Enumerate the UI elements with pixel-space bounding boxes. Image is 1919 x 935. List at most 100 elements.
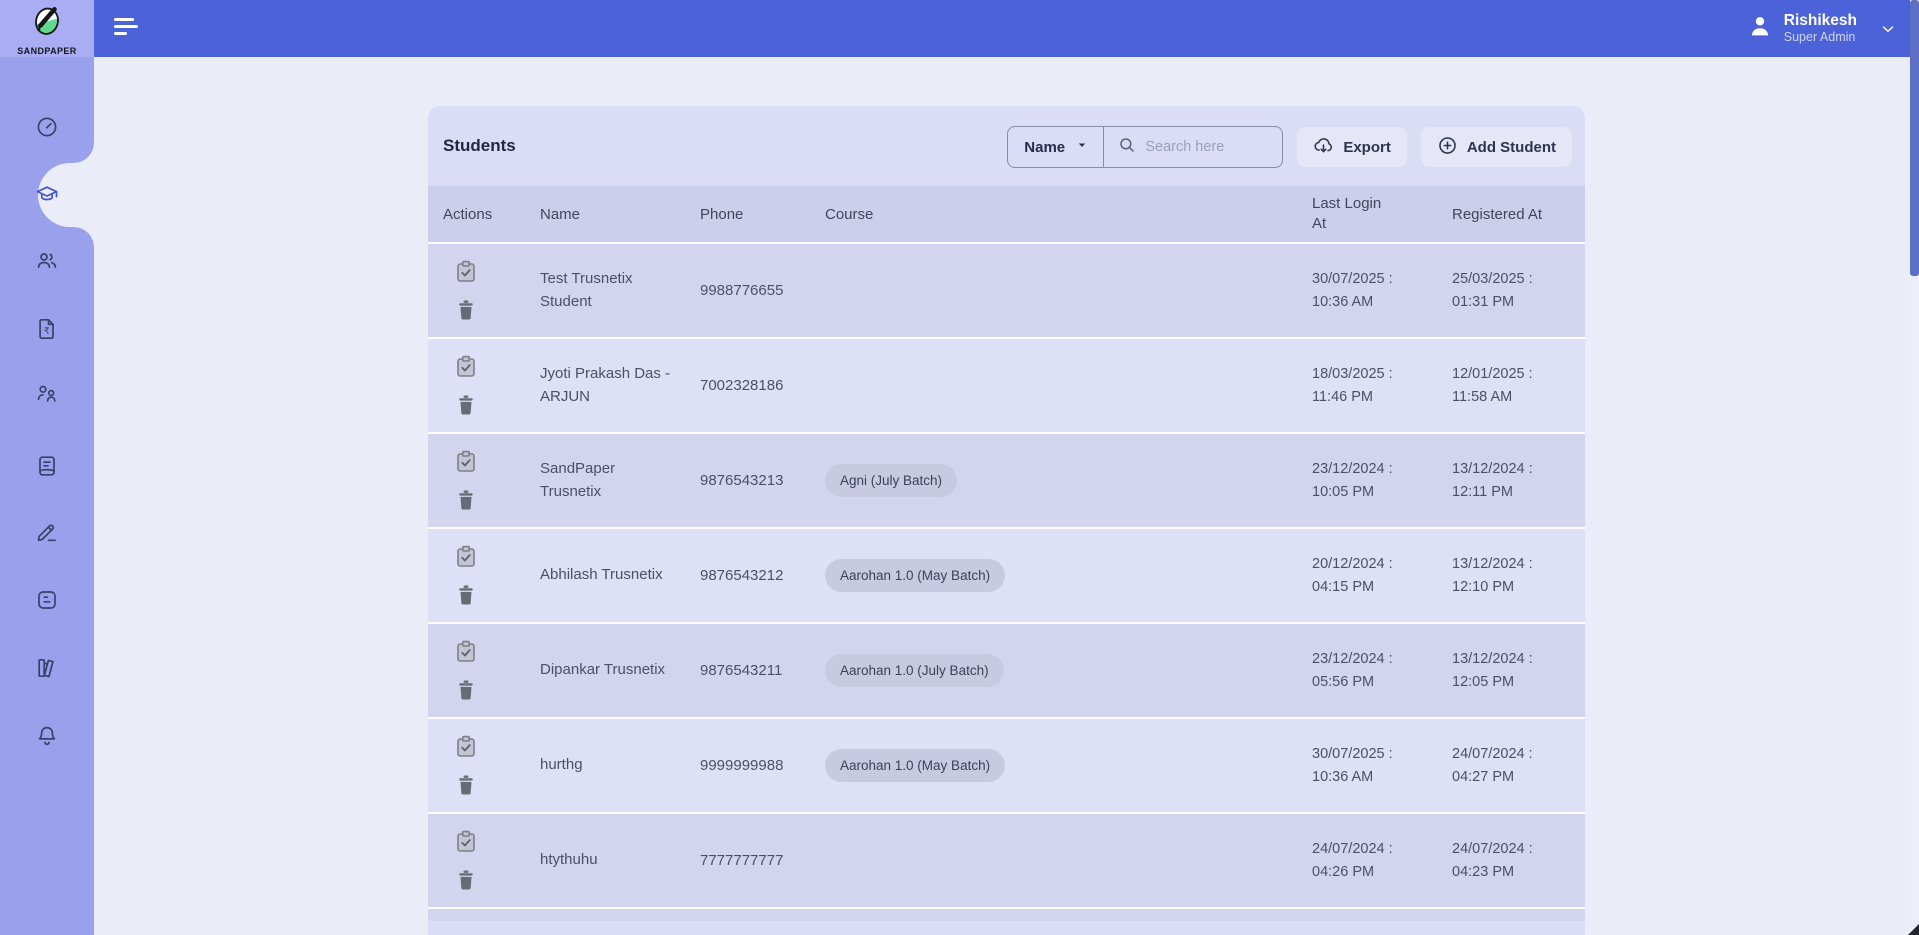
search-group: Name [1007,126,1283,168]
table-row: Jyoti Prakash Das - ARJUN700232818618/03… [428,339,1585,434]
students-panel: Students Name [428,106,1585,935]
badge-card-icon [35,588,59,612]
dashboard-gauge-icon [35,115,59,139]
column-header: Actions [443,206,540,223]
student-phone: 9876543212 [700,567,825,584]
brand-name: SANDPAPER [17,46,76,56]
top-header: Rishikesh Super Admin [94,0,1919,57]
student-name: htythuhu [540,849,700,872]
row-actions [454,734,478,797]
row-actions [454,544,478,607]
search-icon [1118,136,1136,159]
row-actions [454,354,478,417]
sidebar-item-content[interactable] [0,576,94,624]
last-login-at: 23/12/2024 : 10:05 PM [1312,458,1452,503]
student-phone: 9876543211 [700,662,825,679]
clipboard-check-icon[interactable] [454,734,478,760]
course-badge: Aarohan 1.0 (May Batch) [825,749,1005,782]
scrollbar-track[interactable] [1910,0,1919,935]
brand-logo: SANDPAPER [0,0,94,57]
search-input[interactable] [1145,139,1265,155]
table-row: Dipankar Trusnetix9876543211Aarohan 1.0 … [428,624,1585,719]
last-login-at: 18/03/2025 : 11:46 PM [1312,363,1452,408]
last-login-at: 20/12/2024 : 04:15 PM [1312,553,1452,598]
sidebar-item-notifications[interactable] [0,712,94,760]
user-role: Super Admin [1784,30,1857,46]
sidebar-item-leads[interactable] [0,370,94,418]
student-course: Aarohan 1.0 (May Batch) [825,749,1312,782]
sidebar-item-exams[interactable] [0,508,94,556]
user-menu[interactable]: Rishikesh Super Admin [1746,0,1897,57]
trash-icon[interactable] [455,583,477,607]
row-actions [454,829,478,892]
student-phone: 7777777777 [700,852,825,869]
sidebar-item-staff[interactable] [0,237,94,285]
course-badge: Aarohan 1.0 (May Batch) [825,559,1005,592]
row-actions [454,259,478,322]
plus-circle-icon [1437,135,1458,160]
sidebar-item-fees[interactable]: ₹ [0,305,94,353]
resize-corner-icon [1908,924,1919,935]
sandpaper-logo-icon [29,4,65,45]
clipboard-check-icon[interactable] [454,259,478,285]
clipboard-check-icon[interactable] [454,354,478,380]
export-button[interactable]: Export [1297,127,1407,167]
student-name: hurthg [540,754,700,777]
course-badge: Agni (July Batch) [825,464,957,497]
table-row: SandPaper Trusnetix9876543213Agni (July … [428,434,1585,529]
student-name: Abhilash Trusnetix [540,564,700,587]
registered-at: 13/12/2024 : 12:05 PM [1452,648,1585,693]
student-name: Dipankar Trusnetix [540,659,700,682]
sidebar: ₹ [0,0,94,935]
export-label: Export [1343,139,1391,156]
clipboard-check-icon[interactable] [454,449,478,475]
svg-text:₹: ₹ [44,326,50,337]
student-course: Agni (July Batch) [825,464,1312,497]
people-icon [35,249,59,273]
last-login-at: 30/07/2025 : 10:36 AM [1312,268,1452,313]
clipboard-check-icon[interactable] [454,544,478,570]
student-name: Test Trusnetix Student [540,268,700,313]
sidebar-item-students[interactable] [0,171,94,219]
student-course: Aarohan 1.0 (May Batch) [825,559,1312,592]
add-student-label: Add Student [1467,139,1556,156]
rupee-document-icon: ₹ [35,317,59,341]
registered-at: 25/03/2025 : 01:31 PM [1452,268,1585,313]
registered-at: 13/12/2024 : 12:11 PM [1452,458,1585,503]
search-filter-select[interactable]: Name [1008,127,1103,167]
add-student-button[interactable]: Add Student [1421,127,1572,167]
menu-toggle-button[interactable] [110,14,142,39]
caret-down-icon [1075,138,1089,156]
column-header: Phone [700,206,825,223]
screen: ₹ SANDPAPER R [0,0,1919,935]
sidebar-item-courses[interactable] [0,442,94,490]
trash-icon[interactable] [455,488,477,512]
column-header: Course [825,206,1312,223]
notebook-icon [35,454,59,478]
student-name: Jyoti Prakash Das - ARJUN [540,363,700,408]
last-login-at: 23/12/2024 : 05:56 PM [1312,648,1452,693]
table-row: Test Trusnetix Student998877665530/07/20… [428,244,1585,339]
sidebar-item-dashboard[interactable] [0,103,94,151]
student-name: SandPaper Trusnetix [540,458,700,503]
user-avatar-icon [1746,12,1774,45]
last-login-at: 30/07/2025 : 10:36 AM [1312,743,1452,788]
trash-icon[interactable] [455,678,477,702]
clipboard-check-icon[interactable] [454,829,478,855]
last-login-at: 24/07/2024 : 04:26 PM [1312,838,1452,883]
user-name: Rishikesh [1784,11,1857,30]
column-header: Name [540,206,700,223]
main-content: Students Name [94,57,1919,935]
trash-icon[interactable] [455,298,477,322]
trash-icon[interactable] [455,773,477,797]
sidebar-item-library[interactable] [0,644,94,692]
toolbar: Name [1007,126,1572,168]
searchbox [1104,136,1282,159]
trash-icon[interactable] [455,868,477,892]
trash-icon[interactable] [455,393,477,417]
table-row-partial [428,909,1585,921]
registered-at: 24/07/2024 : 04:23 PM [1452,838,1585,883]
row-actions [454,449,478,512]
scrollbar-thumb[interactable] [1910,0,1919,276]
clipboard-check-icon[interactable] [454,639,478,665]
